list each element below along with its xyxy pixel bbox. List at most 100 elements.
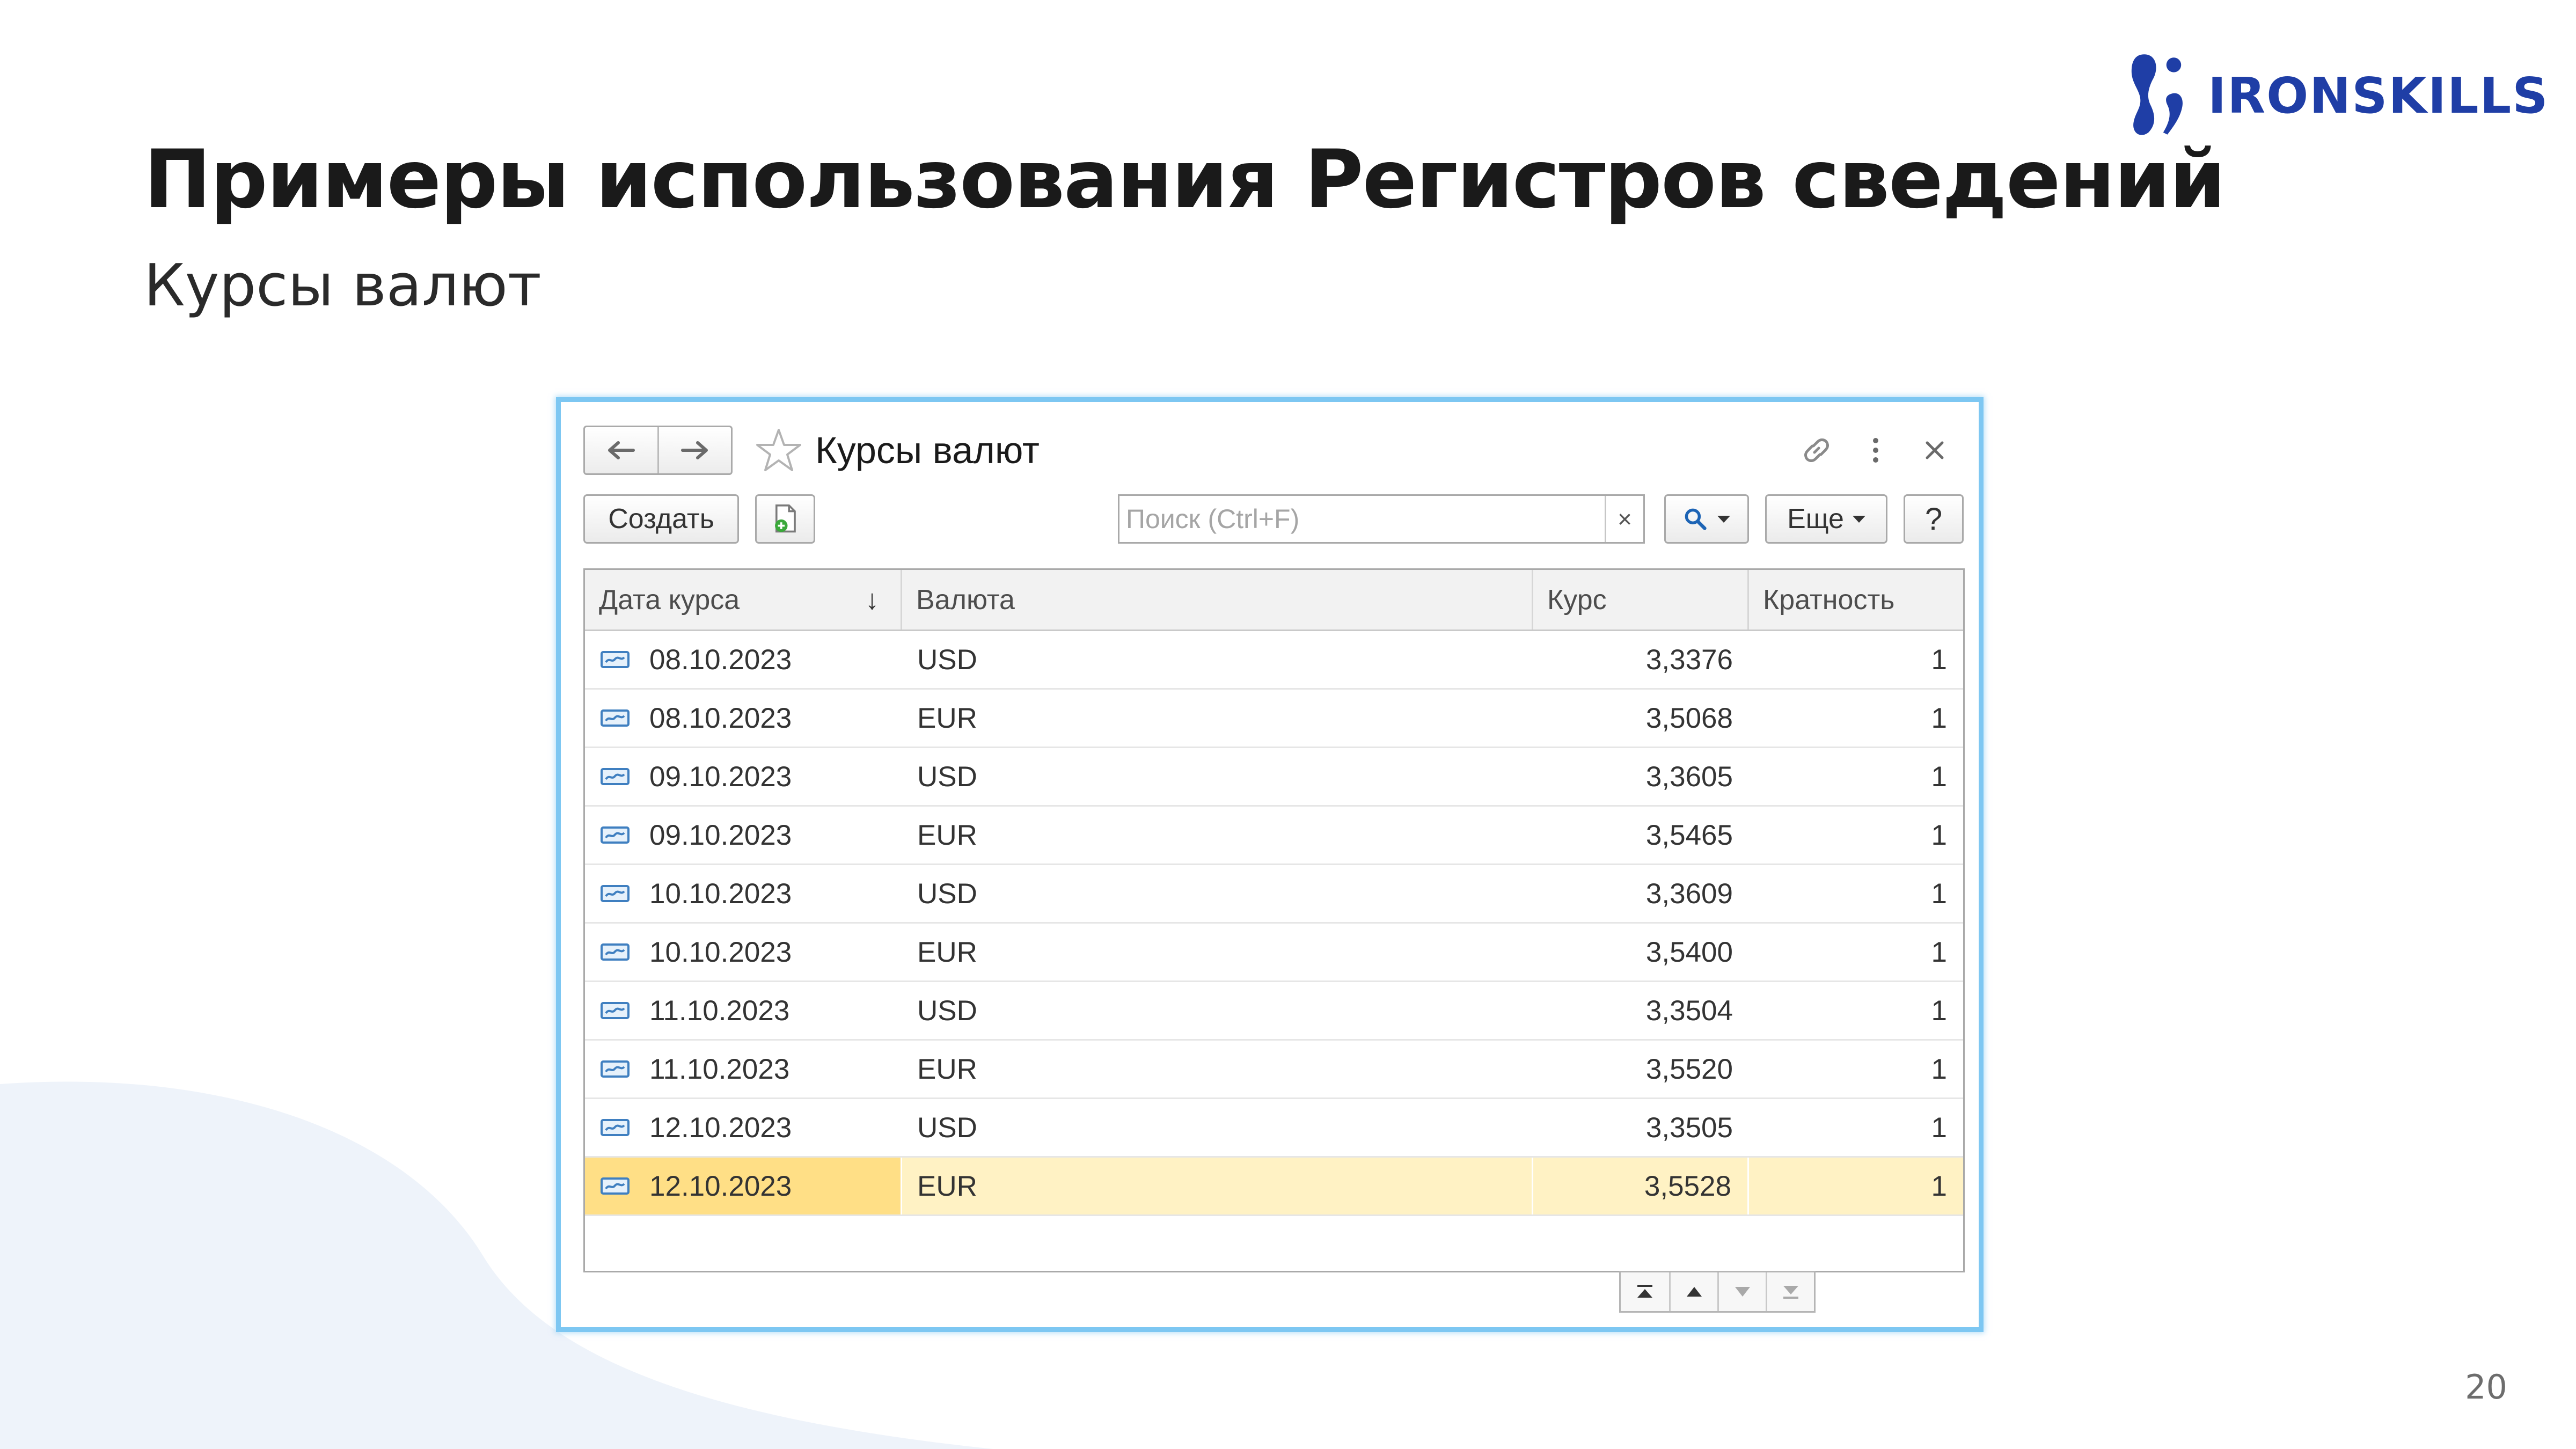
cell-rate: 3,3505 <box>1533 1099 1749 1156</box>
cell-date-value: 08.10.2023 <box>649 643 792 676</box>
column-header-label: Дата курса <box>599 584 740 616</box>
register-record-icon <box>601 943 630 961</box>
rates-table: Дата курса ↓ Валюта Курс Кратность 08.10… <box>583 568 1965 1272</box>
cell-date-value: 12.10.2023 <box>649 1111 792 1144</box>
cell-currency-value: EUR <box>917 1170 977 1202</box>
back-button[interactable] <box>585 427 657 473</box>
scroll-bottom-icon <box>1783 1286 1798 1299</box>
table-row[interactable]: 09.10.2023 USD 3,3605 1 <box>585 748 1963 807</box>
table-row[interactable]: 11.10.2023 EUR 3,5520 1 <box>585 1041 1963 1099</box>
arrow-right-icon <box>680 441 708 459</box>
page-number: 20 <box>2465 1367 2507 1407</box>
table-row[interactable]: 08.10.2023 USD 3,3376 1 <box>585 631 1963 690</box>
forward-button[interactable] <box>657 427 731 473</box>
table-row[interactable]: 12.10.2023 EUR 3,5528 1 <box>585 1158 1963 1216</box>
cell-rate-value: 3,3504 <box>1645 994 1733 1027</box>
window-title: Курсы валют <box>815 429 1040 471</box>
chevron-down-icon <box>1852 515 1865 523</box>
cell-rate: 3,5068 <box>1533 690 1749 747</box>
cell-date: 08.10.2023 <box>585 690 902 747</box>
cell-rate: 3,5520 <box>1533 1041 1749 1097</box>
search-clear-button[interactable]: × <box>1605 496 1643 542</box>
cell-rate: 3,3504 <box>1533 982 1749 1039</box>
cell-multiplicity: 1 <box>1749 1041 1963 1097</box>
cell-rate-value: 3,5528 <box>1644 1170 1731 1202</box>
cell-date-value: 10.10.2023 <box>649 877 792 910</box>
cell-date: 10.10.2023 <box>585 865 902 922</box>
cell-date-value: 11.10.2023 <box>649 994 790 1027</box>
cell-multiplicity: 1 <box>1749 631 1963 688</box>
column-header-date[interactable]: Дата курса ↓ <box>585 570 902 630</box>
close-icon[interactable] <box>1918 433 1952 467</box>
cell-currency: EUR <box>902 807 1533 863</box>
cell-multiplicity-value: 1 <box>1931 760 1947 793</box>
scroll-to-bottom-button[interactable] <box>1766 1272 1814 1311</box>
cell-currency-value: USD <box>917 877 977 910</box>
cell-date: 10.10.2023 <box>585 924 902 980</box>
copy-button[interactable] <box>755 494 815 544</box>
magnifier-icon <box>1685 508 1707 530</box>
table-row[interactable]: 10.10.2023 EUR 3,5400 1 <box>585 924 1963 982</box>
table-row[interactable]: 10.10.2023 USD 3,3609 1 <box>585 865 1963 924</box>
cell-rate: 3,3376 <box>1533 631 1749 688</box>
cell-rate-value: 3,5465 <box>1645 819 1733 851</box>
cell-rate-value: 3,3605 <box>1645 760 1733 793</box>
cell-currency: EUR <box>902 690 1533 747</box>
scroll-down-icon <box>1735 1287 1750 1297</box>
cell-currency: USD <box>902 865 1533 922</box>
cell-date-value: 10.10.2023 <box>649 936 792 968</box>
cell-multiplicity: 1 <box>1749 865 1963 922</box>
cell-rate-value: 3,3609 <box>1645 877 1733 910</box>
table-row[interactable]: 08.10.2023 EUR 3,5068 1 <box>585 690 1963 748</box>
cell-multiplicity: 1 <box>1749 1099 1963 1156</box>
sort-descending-icon: ↓ <box>865 584 879 616</box>
scroll-down-button[interactable] <box>1717 1272 1766 1311</box>
form-toolbar: Создать × Еще ? <box>583 494 1964 546</box>
favorite-star-icon[interactable] <box>754 427 803 474</box>
table-row[interactable]: 11.10.2023 USD 3,3504 1 <box>585 982 1963 1041</box>
column-header-currency[interactable]: Валюта <box>902 570 1533 630</box>
register-record-icon <box>601 1119 630 1136</box>
scroll-top-icon <box>1637 1285 1652 1298</box>
cell-currency-value: EUR <box>917 702 977 734</box>
chevron-down-icon <box>1717 515 1730 523</box>
scroll-to-top-button[interactable] <box>1621 1272 1669 1311</box>
register-record-icon <box>601 1060 630 1078</box>
table-row[interactable]: 09.10.2023 EUR 3,5465 1 <box>585 807 1963 865</box>
cell-multiplicity-value: 1 <box>1931 1170 1947 1202</box>
ironskills-logo: IRONSKILLS <box>2125 47 2549 144</box>
navigation-buttons <box>583 426 733 475</box>
table-row[interactable]: 12.10.2023 USD 3,3505 1 <box>585 1099 1963 1158</box>
cell-currency-value: EUR <box>917 819 977 851</box>
more-vertical-icon[interactable] <box>1858 433 1893 467</box>
table-body: 08.10.2023 USD 3,3376 1 08.10.2023 EUR 3,5068 1… <box>585 631 1963 1216</box>
cell-currency: EUR <box>902 924 1533 980</box>
create-button[interactable]: Создать <box>583 494 739 544</box>
register-record-icon <box>601 709 630 727</box>
cell-date: 08.10.2023 <box>585 631 902 688</box>
cell-currency: USD <box>902 748 1533 805</box>
cell-currency-value: USD <box>917 1111 977 1144</box>
register-record-icon <box>601 651 630 668</box>
search-input[interactable] <box>1119 496 1605 542</box>
cell-currency: EUR <box>902 1158 1533 1214</box>
ironskills-logo-mark-icon <box>2131 54 2183 135</box>
cell-currency: USD <box>902 631 1533 688</box>
cell-multiplicity-value: 1 <box>1931 819 1947 851</box>
column-header-rate[interactable]: Курс <box>1533 570 1749 630</box>
link-icon[interactable] <box>1799 433 1834 467</box>
cell-multiplicity-value: 1 <box>1931 936 1947 968</box>
column-header-multiplicity[interactable]: Кратность <box>1749 570 1963 630</box>
scroll-up-button[interactable] <box>1669 1272 1717 1311</box>
cell-multiplicity: 1 <box>1749 982 1963 1039</box>
register-record-icon <box>601 1177 630 1195</box>
cell-date: 09.10.2023 <box>585 807 902 863</box>
help-button[interactable]: ? <box>1904 494 1964 544</box>
cell-rate: 3,5465 <box>1533 807 1749 863</box>
more-button[interactable]: Еще <box>1765 494 1887 544</box>
search-box: × <box>1118 494 1645 544</box>
cell-rate-value: 3,3505 <box>1645 1111 1733 1144</box>
cell-date-value: 12.10.2023 <box>649 1170 792 1202</box>
slide-title: Примеры использования Регистров сведений <box>144 133 2226 226</box>
find-button[interactable] <box>1664 494 1749 544</box>
